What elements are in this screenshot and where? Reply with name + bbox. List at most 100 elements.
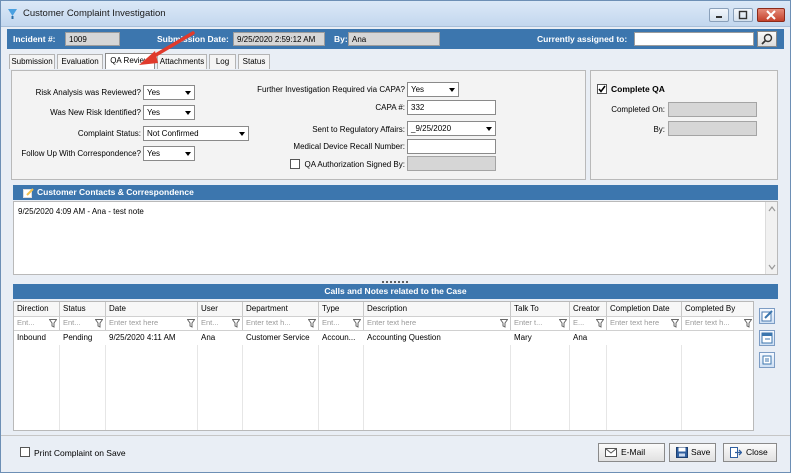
minimize-icon [716,16,722,18]
chevron-down-icon [768,264,776,270]
col-header-completion-date[interactable]: Completion Date [607,302,682,316]
col-header-talk-to[interactable]: Talk To [511,302,570,316]
capa-required-value: Yes [411,85,425,94]
assign-search-button[interactable] [757,31,777,47]
filter-icon [232,319,240,328]
filter-text: Ent... [63,318,81,327]
complaint-status-value: Not Confirmed [147,129,199,138]
risk-reviewed-select[interactable]: Yes [143,85,195,100]
tab-log[interactable]: Log [209,54,236,69]
filter-type[interactable]: Ent... [319,316,364,330]
cell-department: Customer Service [246,333,310,342]
assigned-to-field[interactable] [634,32,754,46]
qa-authorization-field [407,156,496,171]
envelope-icon [605,448,617,457]
cell-description: Accounting Question [367,333,441,342]
filter-text: E... [573,318,585,327]
tab-submission[interactable]: Submission [9,54,55,69]
close-window-button[interactable] [757,8,785,22]
print-complaint-checkbox[interactable] [20,447,30,457]
qa-authorization-checkbox[interactable] [290,159,300,169]
title-bar: Customer Complaint Investigation [1,1,790,27]
delete-call-button[interactable] [759,352,775,368]
save-button[interactable]: Save [669,443,716,462]
col-header-creator[interactable]: Creator [570,302,607,316]
new-risk-select[interactable]: Yes [143,105,195,120]
filter-completed-by[interactable]: Enter text h... [682,316,753,330]
recall-number-field[interactable] [407,139,496,154]
cell-completion-date [607,331,682,345]
edit-call-button[interactable] [759,330,775,346]
exit-door-icon [730,447,742,458]
capa-number-label: CAPA #: [375,103,405,112]
col-header-status[interactable]: Status [60,302,106,316]
email-button[interactable]: E-Mail [598,443,665,462]
col-header-direction[interactable]: Direction [14,302,60,316]
close-button[interactable]: Close [723,443,777,462]
risk-reviewed-label: Risk Analysis was Reviewed? [35,88,141,97]
col-header-user[interactable]: User [198,302,243,316]
chevron-down-icon [184,88,193,97]
follow-up-value: Yes [147,149,161,158]
col-header-date[interactable]: Date [106,302,198,316]
complete-qa-label: Complete QA [611,84,665,94]
by-label: By: [334,34,348,44]
table-row[interactable]: Inbound Pending 9/25/2020 4:11 AM Ana Cu… [14,330,753,345]
capa-required-select[interactable]: Yes [407,82,459,97]
filter-status[interactable]: Ent... [60,316,106,330]
chevron-down-icon [448,85,457,94]
cell-completed-by [682,331,753,345]
main-window: Customer Complaint Investigation Inciden… [0,0,791,473]
maximize-button[interactable] [733,8,753,22]
col-header-completed-by[interactable]: Completed By [682,302,753,316]
annotation-arrow-icon [139,31,195,65]
chevron-up-icon [768,206,776,212]
col-header-department[interactable]: Department [243,302,319,316]
filter-text: Ent... [322,318,340,327]
contacts-notes-box[interactable]: 9/25/2020 4:09 AM - Ana - test note [13,201,778,275]
window-title: Customer Complaint Investigation [23,8,166,19]
capa-required-label: Further Investigation Required via CAPA? [257,85,405,94]
completed-by-field [668,121,757,136]
assigned-to-label: Currently assigned to: [537,34,628,44]
filter-date[interactable]: Enter text here [106,316,198,330]
filter-icon [500,319,508,328]
complaint-status-label: Complaint Status: [77,129,141,138]
filter-user[interactable]: Ent... [198,316,243,330]
new-call-button[interactable] [759,308,775,324]
calls-grid: Direction Status Date User Department Ty… [13,301,754,431]
col-header-description[interactable]: Description [364,302,511,316]
cell-date: 9/25/2020 4:11 AM [109,333,176,342]
chevron-down-icon [485,124,494,133]
filter-talk-to[interactable]: Enter t... [511,316,570,330]
submitted-by-field: Ana [348,32,440,46]
tab-evaluation[interactable]: Evaluation [57,54,103,69]
new-risk-label: Was New Risk Identified? [50,108,141,117]
filter-creator[interactable]: E... [570,316,607,330]
filter-icon [744,319,752,328]
filter-completion-date[interactable]: Enter text here [607,316,682,330]
follow-up-select[interactable]: Yes [143,146,195,161]
filter-icon [95,319,103,328]
tab-status[interactable]: Status [238,54,270,69]
splitter-grip[interactable] [381,276,409,283]
notes-scrollbar[interactable] [765,202,777,274]
minimize-button[interactable] [709,8,729,22]
capa-number-field[interactable]: 332 [407,100,496,115]
cell-status: Pending [63,333,93,342]
save-disk-icon [676,447,688,458]
sent-regulatory-date[interactable]: _9/25/2020 [407,121,496,136]
email-label: E-Mail [621,447,646,457]
filter-department[interactable]: Enter text h... [243,316,319,330]
complete-qa-checkbox[interactable] [597,84,607,94]
complaint-status-select[interactable]: Not Confirmed [143,126,249,141]
search-icon [761,33,773,45]
col-header-type[interactable]: Type [319,302,364,316]
contacts-title: Customer Contacts & Correspondence [37,187,194,197]
filter-icon [596,319,604,328]
filter-direction[interactable]: Ent... [14,316,60,330]
filter-text: Enter text h... [685,318,730,327]
filter-description[interactable]: Enter text here [364,316,511,330]
cell-type: Accoun... [322,333,356,342]
close-icon [766,10,776,20]
